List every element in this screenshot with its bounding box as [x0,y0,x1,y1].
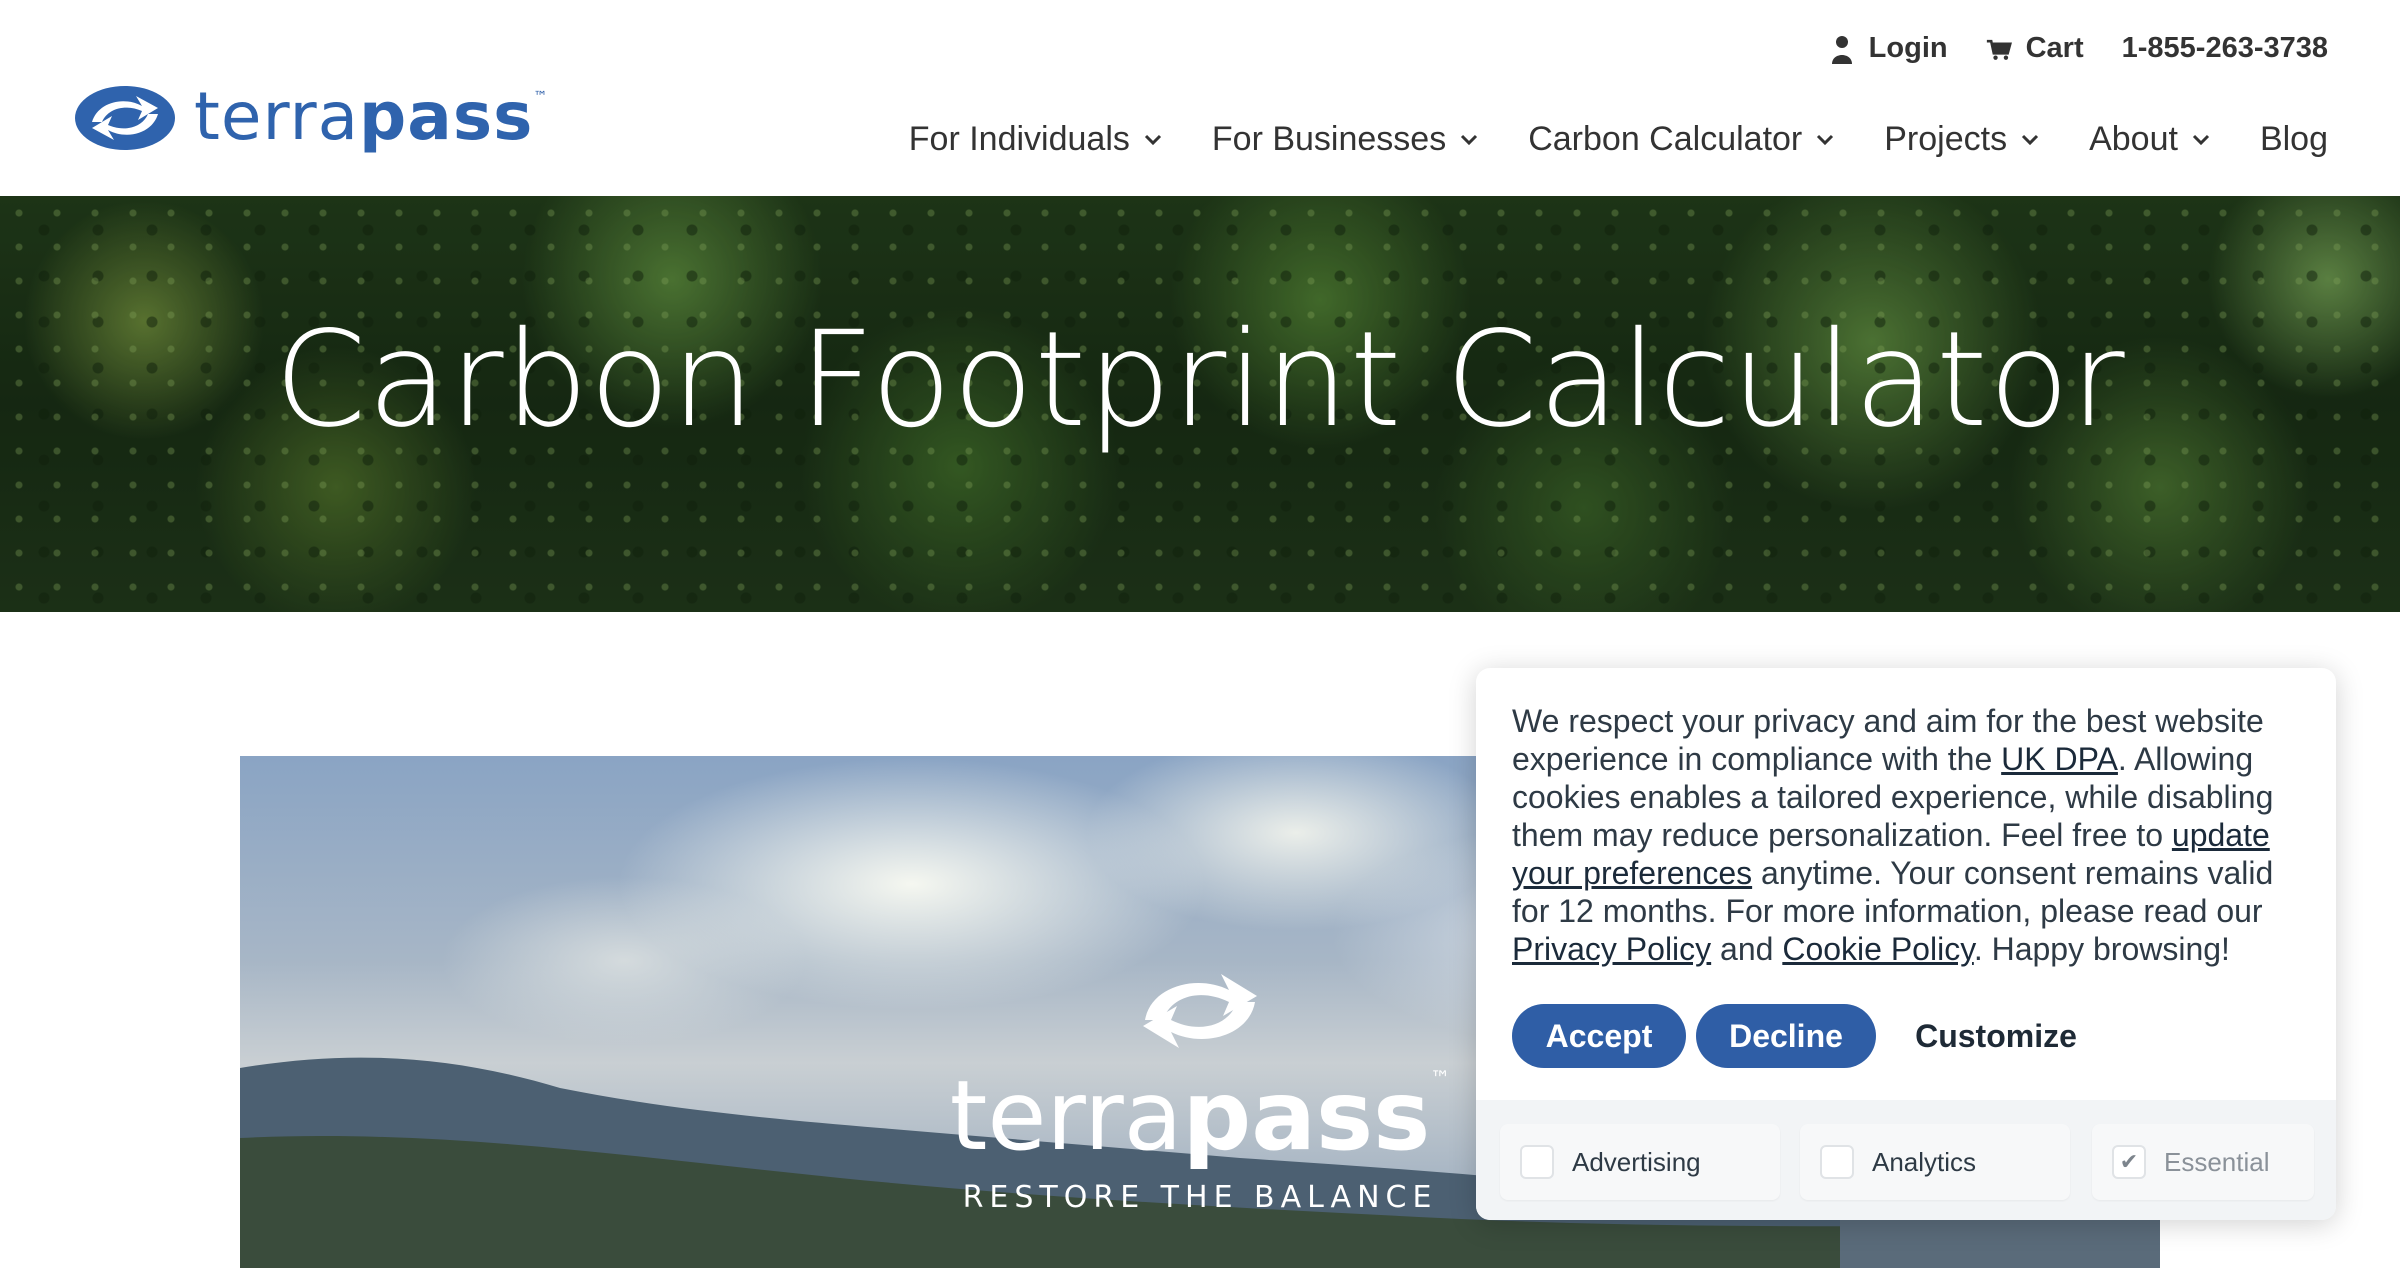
chevron-down-icon [2192,134,2209,145]
utility-bar: Login Cart 1-855-263-3738 [1829,32,2328,65]
cart-icon [1986,39,2012,60]
cookie-preferences: Advertising Analytics ✔ Essential [1476,1100,2336,1220]
page-title: Carbon Footprint Calculator [274,303,2126,457]
login-link[interactable]: Login [1829,32,1948,65]
nav-label: For Individuals [908,120,1130,158]
chevron-down-icon [1817,134,1834,145]
privacy-policy-link[interactable]: Privacy Policy [1512,931,1711,967]
nav-item-projects[interactable]: Projects [1884,120,2039,159]
decline-button[interactable]: Decline [1696,1004,1876,1068]
advertising-checkbox[interactable] [1520,1145,1554,1179]
checkmark-icon: ✔ [2119,1149,2139,1174]
nav-item-for-individuals[interactable]: For Individuals [909,120,1162,159]
phone-number: 1-855-263-3738 [2121,32,2328,64]
site-header: terrapass™ Login Cart 1-855-263-3738 For… [0,0,2400,196]
pref-advertising[interactable]: Advertising [1500,1124,1780,1200]
pref-label: Analytics [1872,1146,1977,1177]
nav-label: About [2089,120,2178,158]
chevron-down-icon [1144,134,1161,145]
essential-checkbox: ✔ [2112,1145,2146,1179]
nav-item-about[interactable]: About [2089,120,2210,159]
cookie-text-part: and [1711,931,1783,967]
cookie-text-part: . Happy browsing! [1973,931,2230,967]
nav-item-carbon-calculator[interactable]: Carbon Calculator [1528,120,1834,159]
terrapass-logo-icon [75,86,175,150]
cookie-message: We respect your privacy and aim for the … [1512,702,2312,968]
logo-trademark: ™ [533,89,549,105]
logo-wordmark: terrapass™ [194,84,548,150]
uk-dpa-link[interactable]: UK DPA [2001,741,2118,777]
pref-label: Advertising [1572,1146,1701,1177]
hero-forest-banner: Carbon Footprint Calculator [0,196,2400,612]
analytics-checkbox[interactable] [1820,1145,1854,1179]
terrapass-logo[interactable]: terrapass™ [72,78,548,156]
nav-item-blog[interactable]: Blog [2260,120,2328,159]
banner-text-terra: terra [949,1060,1183,1172]
login-label: Login [1868,32,1948,64]
cart-link[interactable]: Cart [1986,32,2084,65]
user-icon [1831,35,1852,64]
pref-essential: ✔ Essential [2092,1124,2314,1200]
nav-label: Projects [1884,120,2008,158]
chevron-down-icon [2022,134,2039,145]
pref-analytics[interactable]: Analytics [1800,1124,2070,1200]
logo-text-pass: pass [359,78,534,155]
nav-label: Carbon Calculator [1528,120,1803,158]
main-nav: For Individuals For Businesses Carbon Ca… [909,120,2328,159]
cookie-actions: Accept Decline Customize [1512,1004,2106,1068]
phone-link[interactable]: 1-855-263-3738 [2122,32,2328,65]
page: terrapass™ Login Cart 1-855-263-3738 For… [0,0,2400,1268]
banner-text-pass: pass [1182,1060,1431,1172]
terrapass-swirl-icon [1143,974,1257,1048]
nav-label: For Businesses [1211,120,1447,158]
pref-label: Essential [2164,1146,2270,1177]
accept-button[interactable]: Accept [1512,1004,1686,1068]
cookie-policy-link[interactable]: Cookie Policy [1782,931,1973,967]
nav-item-for-businesses[interactable]: For Businesses [1212,120,1478,159]
banner-trademark: ™ [1430,1066,1451,1090]
cart-label: Cart [2025,32,2084,64]
cookie-consent-panel: We respect your privacy and aim for the … [1476,668,2336,1220]
chevron-down-icon [1461,134,1478,145]
customize-button[interactable]: Customize [1886,1004,2106,1068]
logo-text-terra: terra [194,78,360,155]
nav-label: Blog [2259,120,2328,158]
